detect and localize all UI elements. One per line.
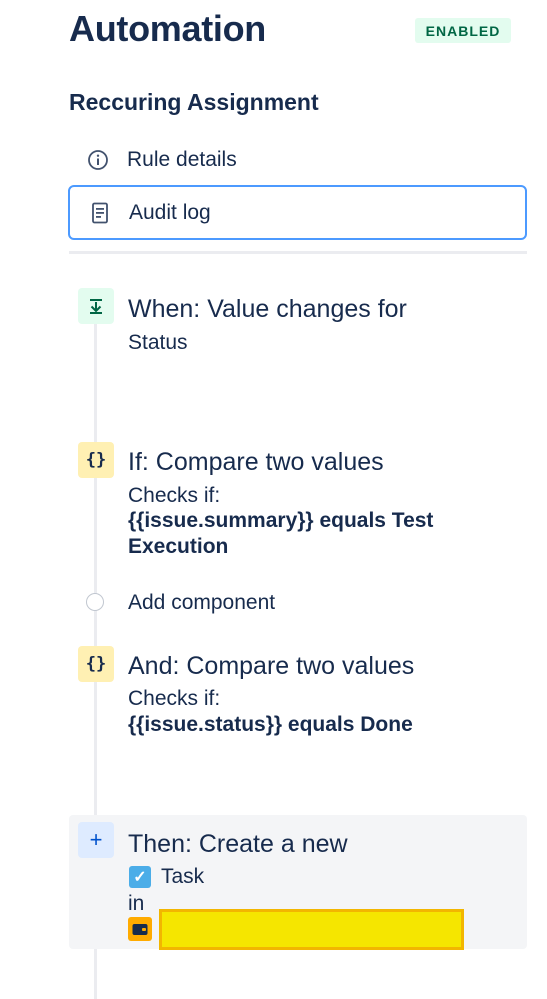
nav-item-label: Rule details bbox=[127, 147, 237, 171]
download-arrow-icon bbox=[78, 288, 114, 324]
nav-item-label: Audit log bbox=[129, 200, 211, 224]
condition-expression: {{issue.status}} equals Done bbox=[128, 713, 413, 736]
page-title: Automation bbox=[69, 8, 266, 49]
nav-item-audit-log[interactable]: Audit log bbox=[68, 185, 527, 240]
add-component-dot[interactable] bbox=[86, 593, 104, 611]
plus-icon: + bbox=[78, 822, 114, 858]
condition-title[interactable]: If: Compare two values bbox=[128, 448, 384, 477]
nav-item-rule-details[interactable]: Rule details bbox=[68, 132, 527, 187]
rule-name: Reccuring Assignment bbox=[69, 89, 319, 115]
braces-icon: {} bbox=[78, 442, 114, 478]
condition-expression-cont: Execution bbox=[128, 535, 229, 558]
info-icon bbox=[83, 149, 113, 171]
task-issue-type-icon: ✓ bbox=[129, 866, 151, 888]
action-title[interactable]: Then: Create a new bbox=[128, 830, 348, 859]
trigger-detail: Status bbox=[128, 331, 188, 354]
condition-expression: {{issue.summary}} equals Test bbox=[128, 509, 434, 532]
condition-checks-label: Checks if: bbox=[128, 484, 221, 507]
redacted-project-name bbox=[159, 909, 464, 950]
braces-icon: {} bbox=[78, 646, 114, 682]
in-label: in bbox=[128, 892, 145, 915]
condition-title[interactable]: And: Compare two values bbox=[128, 652, 414, 681]
condition-checks-label: Checks if: bbox=[128, 687, 221, 710]
add-component-link[interactable]: Add component bbox=[128, 591, 275, 615]
issue-type-label: Task bbox=[161, 865, 205, 888]
status-badge: ENABLED bbox=[415, 18, 511, 43]
trigger-title[interactable]: When: Value changes for bbox=[128, 295, 407, 324]
project-icon bbox=[128, 917, 152, 941]
divider bbox=[69, 251, 527, 254]
document-icon bbox=[85, 202, 115, 224]
